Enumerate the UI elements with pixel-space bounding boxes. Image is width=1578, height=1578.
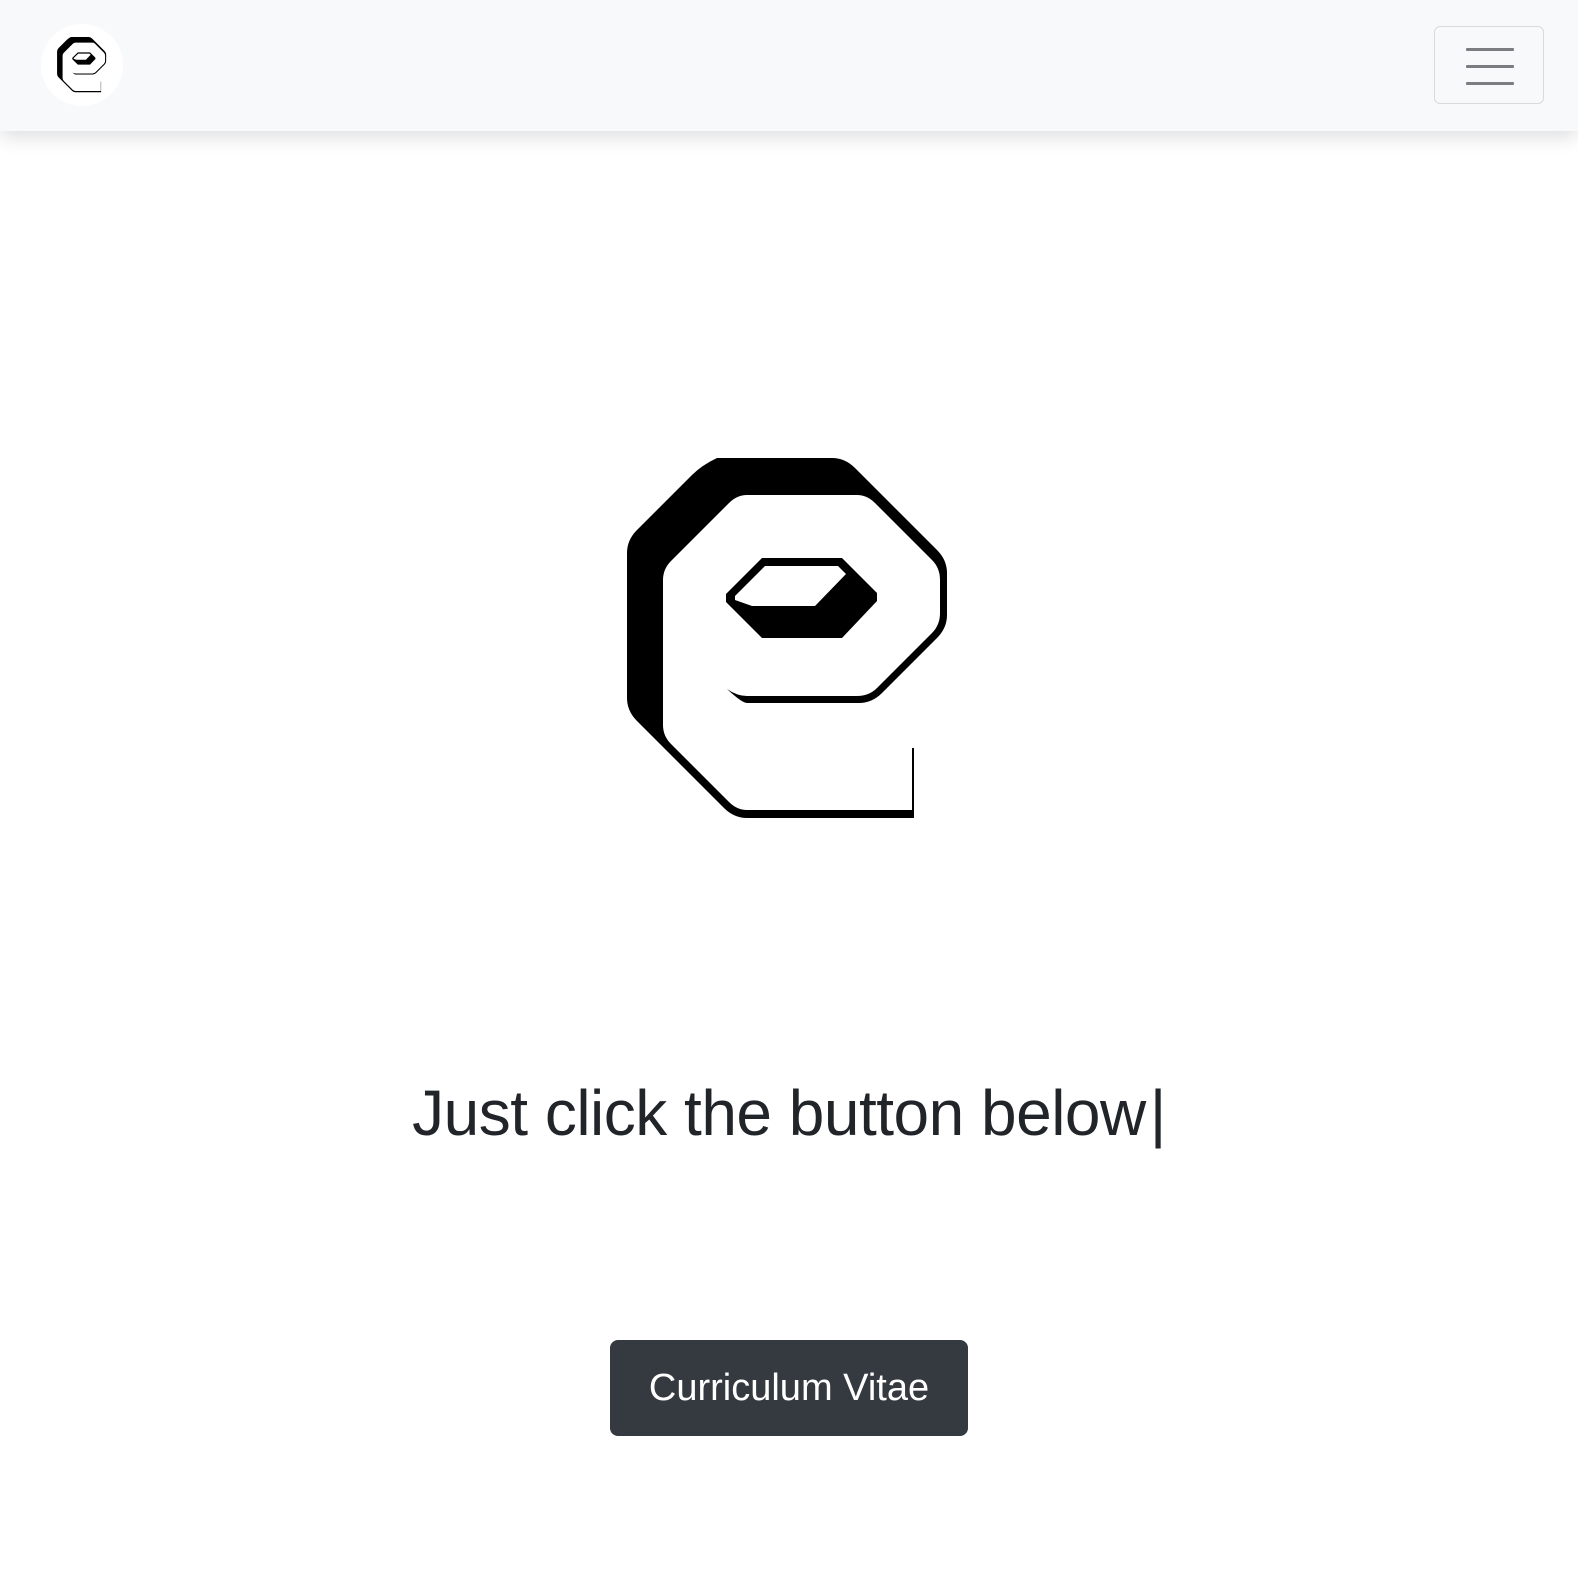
typing-cursor: | [1149, 1076, 1167, 1149]
e-monogram-logo-icon [57, 37, 107, 93]
typed-headline: Just click the button below| [0, 1073, 1578, 1153]
navbar-toggler-button[interactable] [1434, 26, 1544, 104]
curriculum-vitae-button[interactable]: Curriculum Vitae [610, 1340, 968, 1436]
headline-text: Just click the button below [412, 1076, 1146, 1149]
brand-logo-link[interactable] [41, 24, 123, 106]
navbar [0, 0, 1578, 131]
e-monogram-logo-icon [627, 458, 947, 818]
